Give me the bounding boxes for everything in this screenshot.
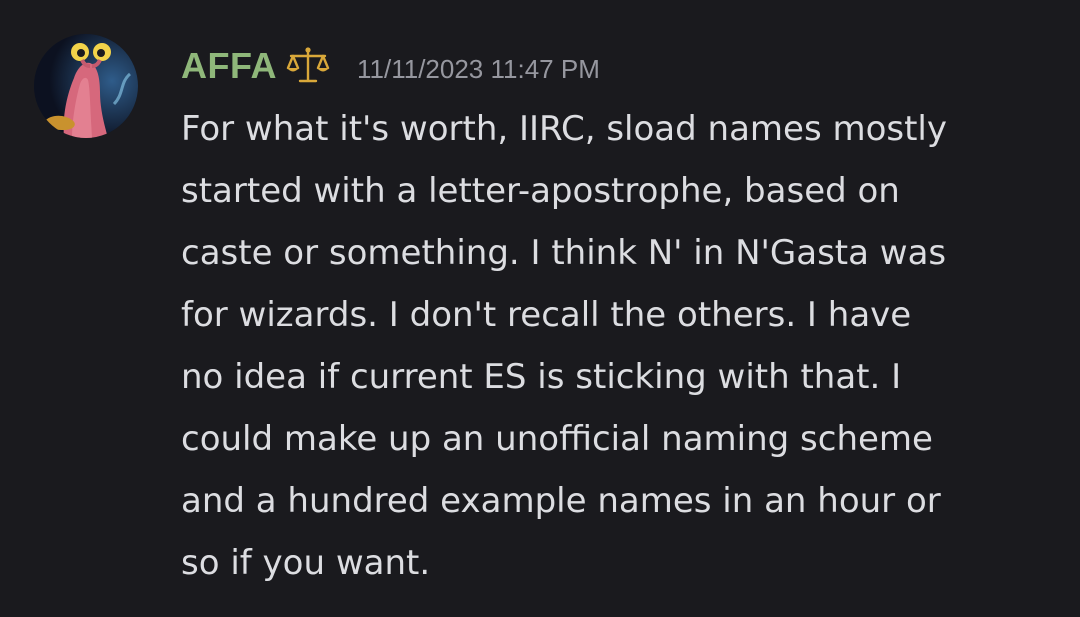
- scales-of-justice-icon[interactable]: [285, 46, 331, 86]
- message-text-line: for wizards. I don't recall the others. …: [181, 295, 912, 335]
- message-text-line: caste or something. I think N' in N'Gast…: [181, 233, 947, 273]
- message-text-line: no idea if current ES is sticking with t…: [181, 357, 902, 397]
- message-text-line: started with a letter-apostrophe, based …: [181, 171, 900, 211]
- message-content: For what it's worth, IIRC, sload names m…: [181, 98, 1061, 594]
- message-timestamp: 11/11/2023 11:47 PM: [357, 53, 600, 84]
- username[interactable]: AFFA: [181, 45, 277, 87]
- avatar[interactable]: [34, 34, 138, 138]
- message-text-line: could make up an unofficial naming schem…: [181, 419, 933, 459]
- message-text-line: so if you want.: [181, 543, 431, 583]
- message-text-line: and a hundred example names in an hour o…: [181, 481, 941, 521]
- message-header: AFFA 11/11/2023 11:47 PM: [181, 40, 600, 92]
- message-text-line: For what it's worth, IIRC, sload names m…: [181, 109, 947, 149]
- chat-message: AFFA 11/11/2023 11:47 PM For what it's w…: [0, 0, 1080, 617]
- avatar-image: [34, 34, 138, 138]
